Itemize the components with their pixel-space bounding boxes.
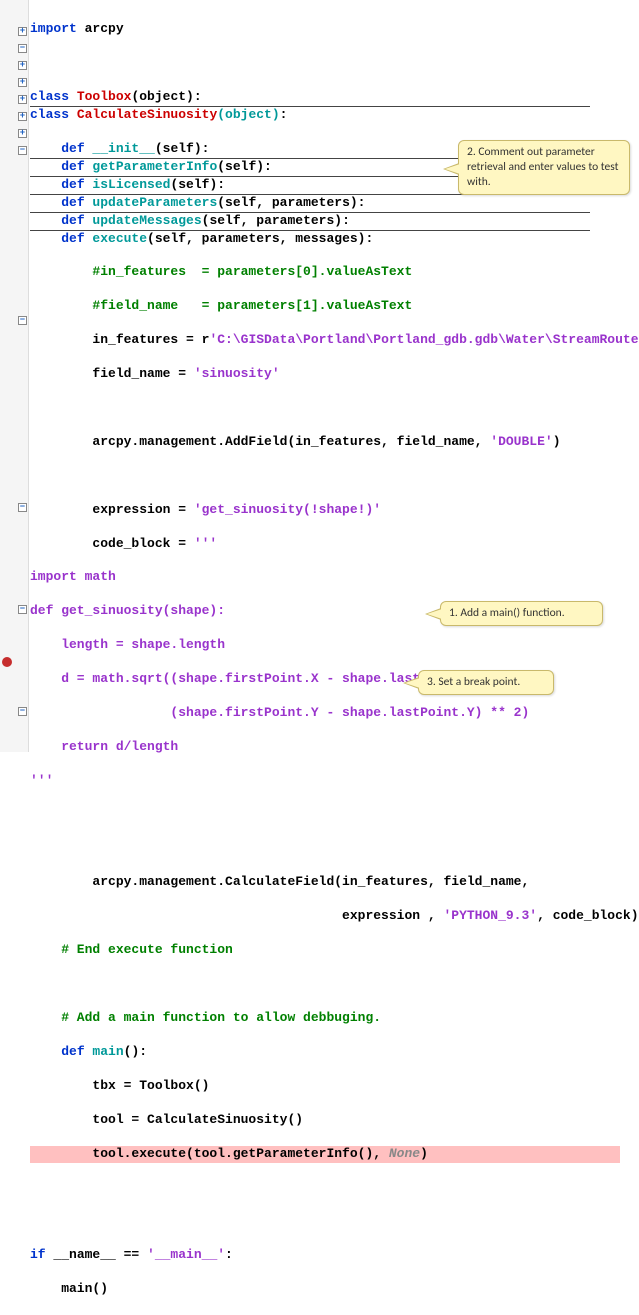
gutter: + − + + + + + − − − − − [0, 0, 29, 752]
code-line: in_features = r'C:\GISData\Portland\Port… [30, 332, 639, 349]
code-line: class CalculateSinuosity(object): [30, 107, 639, 124]
code-line: length = shape.length [30, 637, 639, 654]
code-line: tbx = Toolbox() [30, 1078, 639, 1095]
fold-minus-icon[interactable]: − [18, 146, 27, 155]
fold-minus-icon[interactable]: − [18, 44, 27, 53]
fold-plus-icon[interactable]: + [18, 112, 27, 121]
fold-plus-icon[interactable]: + [18, 78, 27, 87]
callout-text: 2. Comment out parameter retrieval and e… [467, 145, 618, 189]
code-editor: import arcpy class Toolbox(object): clas… [30, 0, 639, 1315]
code-line: code_block = ''' [30, 536, 639, 553]
code-line: tool = CalculateSinuosity() [30, 1112, 639, 1129]
code-line: import arcpy [30, 21, 639, 38]
code-line: # Add a main function to allow debbuging… [30, 1010, 639, 1027]
fold-plus-icon[interactable]: + [18, 129, 27, 138]
code-line: main() [30, 1281, 639, 1298]
code-line: def updateParameters(self, parameters): [30, 195, 590, 213]
fold-plus-icon[interactable]: + [18, 61, 27, 70]
fold-minus-icon[interactable]: − [18, 707, 27, 716]
code-line: field_name = 'sinuosity' [30, 366, 639, 383]
fold-plus-icon[interactable]: + [18, 27, 27, 36]
fold-plus-icon[interactable]: + [18, 95, 27, 104]
fold-minus-icon[interactable]: − [18, 503, 27, 512]
callout-text: 3. Set a break point. [427, 675, 520, 689]
code-line: #in_features = parameters[0].valueAsText [30, 264, 639, 281]
code-line: expression , 'PYTHON_9.3', code_block) [30, 908, 639, 925]
code-line: import math [30, 569, 639, 586]
code-line: arcpy.management.CalculateField(in_featu… [30, 874, 639, 891]
callout-3: 3. Set a break point. [418, 670, 554, 695]
callout-1: 1. Add a main() function. [440, 601, 603, 626]
code-line: tool.execute(tool.getParameterInfo(), No… [30, 1146, 639, 1163]
code-line: def updateMessages(self, parameters): [30, 213, 590, 231]
code-line: (shape.firstPoint.Y - shape.lastPoint.Y)… [30, 705, 639, 722]
code-line: return d/length [30, 739, 639, 756]
code-line: if __name__ == '__main__': [30, 1247, 639, 1264]
fold-minus-icon[interactable]: − [18, 605, 27, 614]
callout-2: 2. Comment out parameter retrieval and e… [458, 140, 630, 195]
code-line: def execute(self, parameters, messages): [30, 231, 639, 248]
code-line: class Toolbox(object): [30, 89, 590, 107]
code-line: # End execute function [30, 942, 639, 959]
code-line: arcpy.management.AddField(in_features, f… [30, 434, 639, 451]
breakpoint-icon[interactable] [2, 657, 12, 667]
fold-minus-icon[interactable]: − [18, 316, 27, 325]
code-line: def main(): [30, 1044, 639, 1061]
code-line: expression = 'get_sinuosity(!shape!)' [30, 502, 639, 519]
callout-text: 1. Add a main() function. [449, 606, 565, 620]
code-line: ''' [30, 773, 639, 790]
code-line: #field_name = parameters[1].valueAsText [30, 298, 639, 315]
